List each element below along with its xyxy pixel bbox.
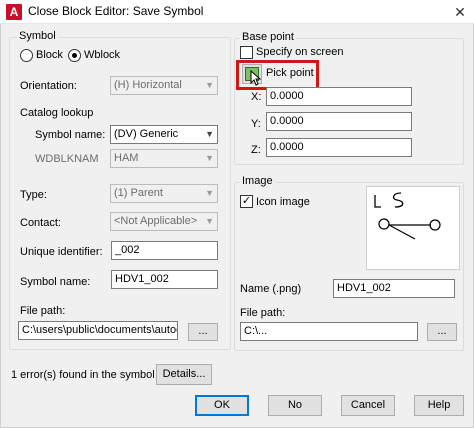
- symbol-name-select[interactable]: (DV) Generic ▼: [110, 125, 218, 144]
- symbol-name2-label: Symbol name:: [20, 276, 91, 288]
- orientation-select: (H) Horizontal ▼: [110, 76, 218, 95]
- block-radio-label[interactable]: Block: [36, 49, 63, 61]
- y-input[interactable]: 0.0000: [266, 112, 412, 131]
- ok-button[interactable]: OK: [195, 395, 249, 416]
- chevron-down-icon: ▼: [205, 129, 214, 139]
- error-count-text: 1 error(s) found in the symbol: [11, 369, 155, 381]
- image-file-path-input[interactable]: C:\...: [240, 322, 418, 341]
- orientation-label: Orientation:: [20, 80, 77, 92]
- contact-label: Contact:: [20, 217, 61, 229]
- type-select: (1) Parent ▼: [110, 184, 218, 203]
- help-button[interactable]: Help: [414, 395, 464, 416]
- details-button[interactable]: Details...: [156, 364, 212, 385]
- symbol-name-input[interactable]: HDV1_002: [111, 270, 218, 289]
- icon-image-label[interactable]: Icon image: [256, 196, 310, 208]
- autocad-app-icon: A: [6, 4, 22, 20]
- file-path-browse-button[interactable]: ...: [188, 323, 218, 341]
- window-title: Close Block Editor: Save Symbol: [28, 4, 204, 18]
- cancel-button[interactable]: Cancel: [341, 395, 395, 416]
- chevron-down-icon: ▼: [205, 80, 214, 90]
- wblock-radio-label[interactable]: Wblock: [84, 49, 120, 61]
- wblock-radio[interactable]: [68, 49, 81, 62]
- chevron-down-icon: ▼: [205, 153, 214, 163]
- x-label: X:: [251, 91, 262, 103]
- symbol-preview-icon: [374, 192, 441, 240]
- wdblknam-value: HAM: [114, 152, 139, 164]
- pick-point-label[interactable]: Pick point: [266, 67, 314, 79]
- icon-image-preview: [366, 186, 460, 270]
- wdblknam-select: HAM ▼: [110, 149, 218, 168]
- type-label: Type:: [20, 189, 47, 201]
- specify-on-screen-label[interactable]: Specify on screen: [256, 46, 343, 58]
- file-path-input[interactable]: C:\users\public\documents\autodesk\aca: [18, 321, 178, 340]
- icon-image-checkbox[interactable]: ✓: [240, 195, 253, 208]
- base-point-group-title: Base point: [240, 31, 296, 43]
- title-bar: A Close Block Editor: Save Symbol ✕: [0, 0, 474, 24]
- contact-select: <Not Applicable> ▼: [110, 212, 218, 231]
- symbol-group-title: Symbol: [17, 30, 58, 42]
- symbol-name-label: Symbol name:: [35, 129, 106, 141]
- chevron-down-icon: ▼: [205, 216, 214, 226]
- wdblknam-label: WDBLKNAM: [35, 153, 99, 165]
- specify-on-screen-checkbox[interactable]: [240, 46, 253, 59]
- image-file-path-browse-button[interactable]: ...: [427, 323, 457, 341]
- chevron-down-icon: ▼: [205, 188, 214, 198]
- x-input[interactable]: 0.0000: [266, 87, 412, 106]
- no-button[interactable]: No: [268, 395, 322, 416]
- image-group-title: Image: [240, 175, 275, 187]
- block-radio[interactable]: [20, 49, 33, 62]
- unique-identifier-input[interactable]: _002: [111, 241, 218, 260]
- png-name-input[interactable]: HDV1_002: [333, 279, 455, 298]
- z-label: Z:: [251, 144, 261, 156]
- png-name-label: Name (.png): [240, 283, 302, 295]
- z-input[interactable]: 0.0000: [266, 138, 412, 157]
- image-file-path-label: File path:: [240, 307, 286, 319]
- mouse-cursor-icon: [250, 70, 262, 86]
- contact-value: <Not Applicable>: [114, 215, 198, 227]
- catalog-lookup-label: Catalog lookup: [20, 107, 94, 119]
- type-value: (1) Parent: [114, 187, 163, 199]
- y-label: Y:: [251, 118, 261, 130]
- unique-identifier-label: Unique identifier:: [20, 246, 103, 258]
- close-icon[interactable]: ✕: [450, 2, 470, 22]
- file-path-label: File path:: [20, 305, 66, 317]
- orientation-value: (H) Horizontal: [114, 79, 182, 91]
- symbol-name-value: (DV) Generic: [114, 128, 179, 140]
